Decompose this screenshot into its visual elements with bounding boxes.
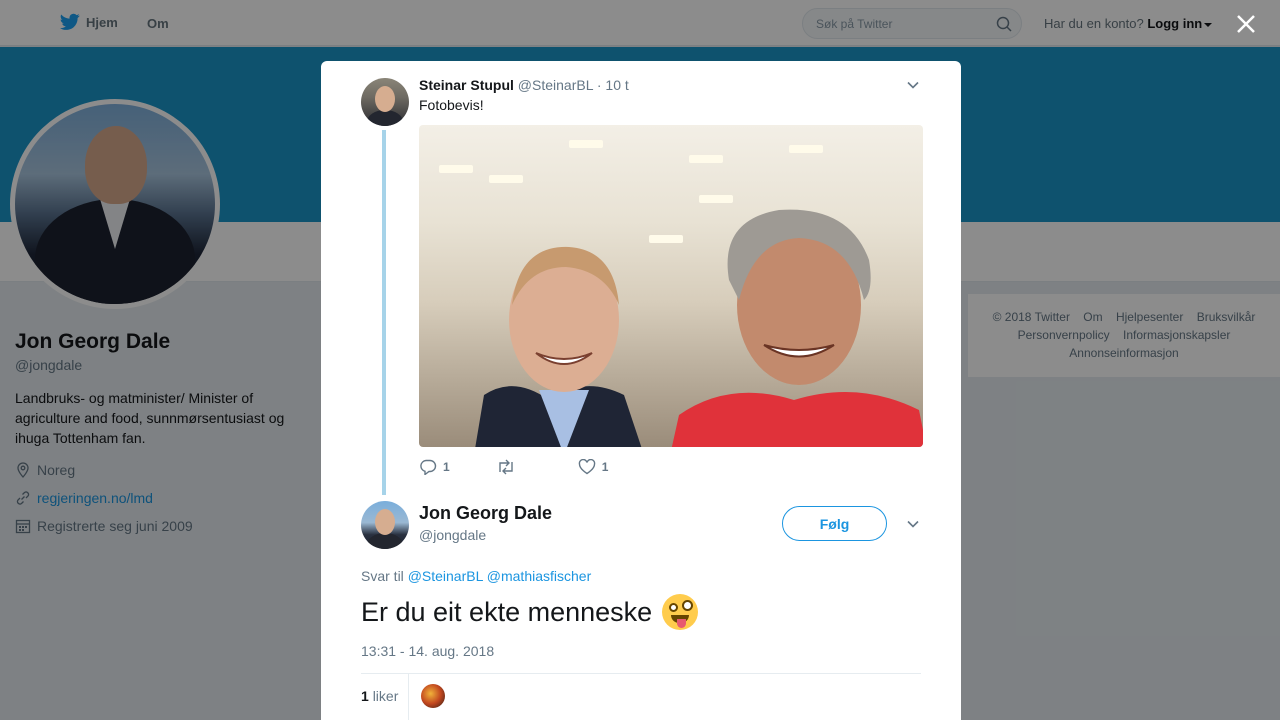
photo-person-right	[671, 209, 923, 447]
heart-icon[interactable]	[578, 459, 596, 475]
likes-count: 1	[361, 688, 369, 704]
main-tweet-handle[interactable]: @jongdale	[419, 527, 486, 543]
reply-count: 1	[443, 460, 450, 474]
mention-link[interactable]: @mathiasfischer	[487, 568, 591, 584]
parent-tweet-actions: 1 1	[419, 459, 608, 475]
reply-prefix: Svar til	[361, 568, 404, 584]
like-action[interactable]: 1	[578, 459, 609, 475]
mention-link[interactable]: @SteinarBL	[408, 568, 483, 584]
main-tweet-text: Er du eit ekte menneske	[361, 596, 653, 627]
thread-line	[382, 130, 386, 495]
like-count: 1	[601, 460, 609, 474]
chevron-down-icon[interactable]	[906, 517, 920, 531]
retweet-action[interactable]	[496, 459, 516, 475]
chevron-down-icon[interactable]	[906, 78, 920, 92]
liker-avatar[interactable]	[421, 684, 445, 708]
parent-tweet-text: Fotobevis!	[419, 97, 484, 113]
follow-button[interactable]: Følg	[782, 506, 887, 541]
likes-stat[interactable]: 1 liker	[361, 688, 398, 704]
close-icon[interactable]	[1234, 12, 1258, 36]
likes-label: liker	[372, 688, 399, 704]
tweet-timestamp[interactable]: 13:31 - 14. aug. 2018	[361, 643, 494, 659]
reply-to-line: Svar til @SteinarBL @mathiasfischer	[361, 568, 591, 584]
retweet-icon[interactable]	[496, 459, 516, 475]
tweet-modal: Steinar Stupul @SteinarBL · 10 t Fotobev…	[321, 61, 961, 720]
divider	[361, 673, 921, 674]
divider	[408, 674, 409, 720]
main-tweet-avatar[interactable]	[361, 501, 409, 549]
tweet-photo[interactable]	[419, 125, 923, 447]
parent-tweet-handle[interactable]: @SteinarBL	[518, 77, 593, 93]
zany-face-emoji-icon	[662, 594, 699, 630]
photo-person-left	[475, 246, 642, 447]
parent-tweet-time[interactable]: · 10 t	[597, 77, 629, 93]
parent-tweet-name[interactable]: Steinar Stupul	[419, 77, 514, 93]
parent-tweet-avatar[interactable]	[361, 78, 409, 126]
parent-tweet-header: Steinar Stupul @SteinarBL · 10 t	[419, 77, 629, 93]
reply-icon[interactable]	[419, 459, 437, 475]
main-tweet-text-row: Er du eit ekte menneske	[361, 594, 699, 630]
reply-action[interactable]: 1	[419, 459, 450, 475]
main-tweet-name[interactable]: Jon Georg Dale	[419, 503, 552, 524]
